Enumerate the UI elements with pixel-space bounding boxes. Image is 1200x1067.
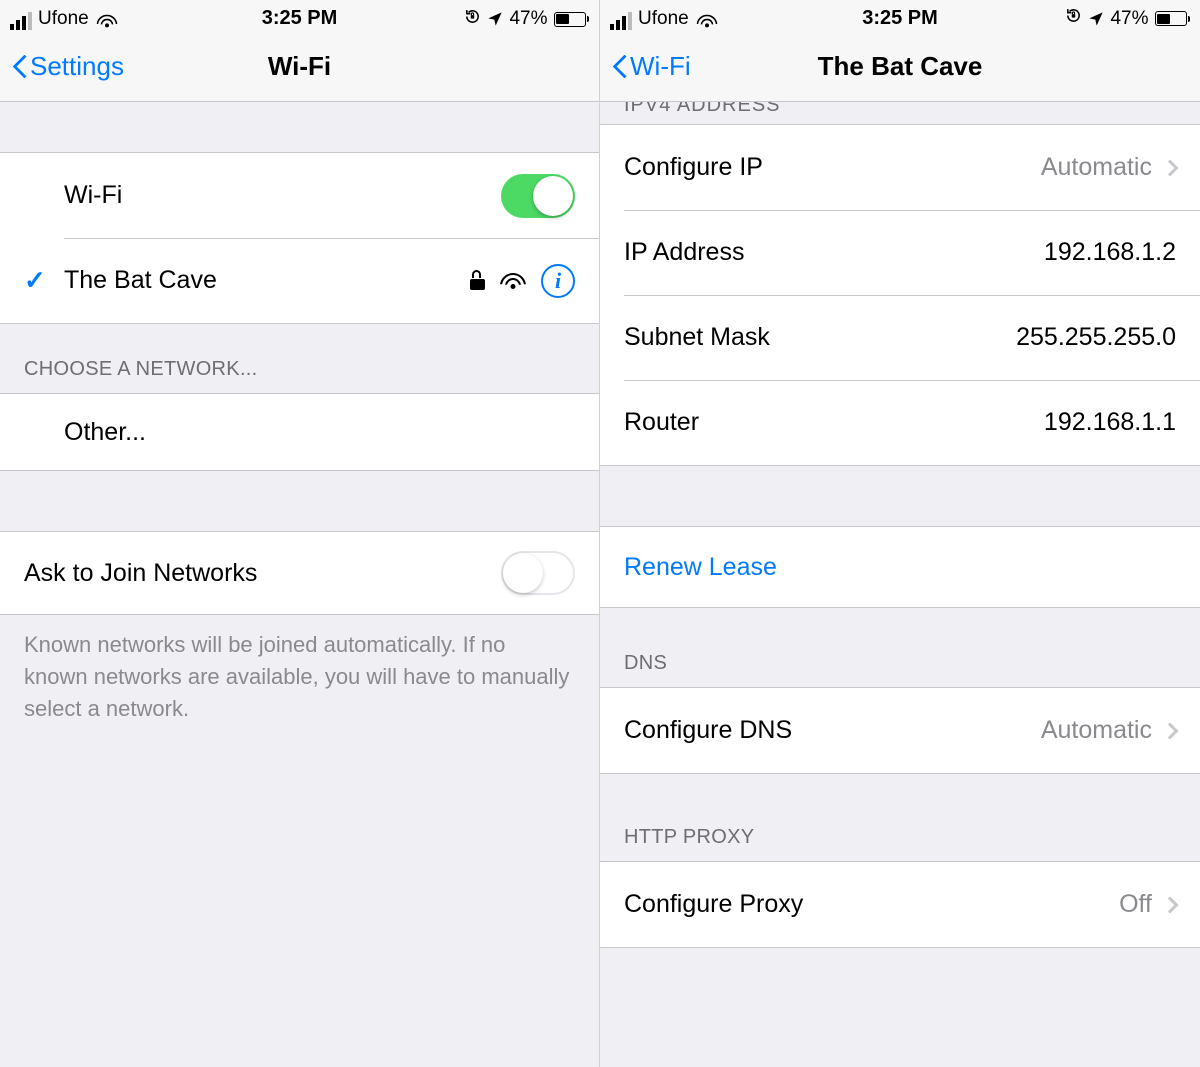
wifi-toggle-row[interactable]: Wi-Fi <box>0 153 599 238</box>
subnet-mask-row: Subnet Mask 255.255.255.0 <box>600 295 1200 380</box>
page-title: Wi-Fi <box>268 51 331 82</box>
configure-proxy-row[interactable]: Configure Proxy Off <box>600 862 1200 947</box>
renew-lease-row[interactable]: Renew Lease <box>600 527 1200 607</box>
chevron-left-icon <box>612 53 628 81</box>
ask-to-join-switch[interactable] <box>501 551 575 595</box>
carrier-label: Ufone <box>638 8 689 30</box>
signal-icon <box>10 12 32 30</box>
configure-ip-label: Configure IP <box>624 153 763 182</box>
http-proxy-header: HTTP PROXY <box>600 774 1200 861</box>
chevron-left-icon <box>12 53 28 81</box>
ipv4-header: IPV4 ADDRESS <box>600 102 1200 124</box>
checkmark-icon: ✓ <box>24 265 46 296</box>
battery-icon <box>1155 11 1191 26</box>
chevron-right-icon <box>1162 896 1179 913</box>
status-bar: Ufone 3:25 PM 47% <box>600 0 1200 32</box>
battery-icon <box>554 12 590 27</box>
wifi-switch[interactable] <box>501 174 575 218</box>
router-label: Router <box>624 408 699 437</box>
info-icon[interactable]: i <box>541 264 575 298</box>
chevron-right-icon <box>1162 722 1179 739</box>
configure-ip-value: Automatic <box>1041 153 1152 182</box>
ask-to-join-row[interactable]: Ask to Join Networks <box>0 532 599 614</box>
clock-label: 3:25 PM <box>862 7 938 30</box>
left-screen: Ufone 3:25 PM 47% Settings Wi-Fi <box>0 0 600 1067</box>
orientation-lock-icon <box>1065 7 1082 30</box>
back-label: Settings <box>30 51 124 82</box>
wifi-strength-icon <box>501 271 525 291</box>
subnet-mask-value: 255.255.255.0 <box>1016 323 1176 352</box>
wifi-status-icon <box>697 13 716 29</box>
configure-proxy-label: Configure Proxy <box>624 890 803 919</box>
carrier-label: Ufone <box>38 8 89 30</box>
lock-icon <box>470 270 485 290</box>
wifi-label: Wi-Fi <box>64 181 122 210</box>
location-icon <box>1088 11 1104 27</box>
router-value: 192.168.1.1 <box>1044 408 1176 437</box>
chevron-right-icon <box>1162 159 1179 176</box>
current-network-row[interactable]: ✓ The Bat Cave i <box>0 238 599 323</box>
status-bar: Ufone 3:25 PM 47% <box>0 0 599 32</box>
configure-dns-value: Automatic <box>1041 716 1152 745</box>
subnet-mask-label: Subnet Mask <box>624 323 770 352</box>
ip-address-label: IP Address <box>624 238 744 267</box>
ip-address-value: 192.168.1.2 <box>1044 238 1176 267</box>
configure-dns-row[interactable]: Configure DNS Automatic <box>600 688 1200 773</box>
renew-lease-label: Renew Lease <box>624 553 777 582</box>
router-row: Router 192.168.1.1 <box>600 380 1200 465</box>
battery-label: 47% <box>1110 8 1148 30</box>
nav-bar: Settings Wi-Fi <box>0 32 599 102</box>
dns-header: DNS <box>600 608 1200 687</box>
ask-to-join-footer: Known networks will be joined automatica… <box>0 615 599 739</box>
orientation-lock-icon <box>464 8 481 30</box>
right-screen: Ufone 3:25 PM 47% Wi-Fi The Bat Cave <box>600 0 1200 1067</box>
ip-address-row: IP Address 192.168.1.2 <box>600 210 1200 295</box>
battery-label: 47% <box>509 8 547 30</box>
page-title: The Bat Cave <box>818 51 983 82</box>
back-button[interactable]: Wi-Fi <box>612 51 691 82</box>
configure-ip-row[interactable]: Configure IP Automatic <box>600 125 1200 210</box>
choose-network-header: CHOOSE A NETWORK... <box>0 324 599 393</box>
nav-bar: Wi-Fi The Bat Cave <box>600 32 1200 102</box>
configure-proxy-value: Off <box>1119 890 1152 919</box>
clock-label: 3:25 PM <box>262 7 338 30</box>
other-label: Other... <box>64 418 146 447</box>
back-button[interactable]: Settings <box>12 51 124 82</box>
wifi-status-icon <box>97 13 116 29</box>
network-name: The Bat Cave <box>64 266 217 295</box>
signal-icon <box>610 12 632 30</box>
configure-dns-label: Configure DNS <box>624 716 792 745</box>
other-network-row[interactable]: Other... <box>0 394 599 470</box>
location-icon <box>487 11 503 27</box>
back-label: Wi-Fi <box>630 51 691 82</box>
ask-to-join-label: Ask to Join Networks <box>24 559 257 588</box>
